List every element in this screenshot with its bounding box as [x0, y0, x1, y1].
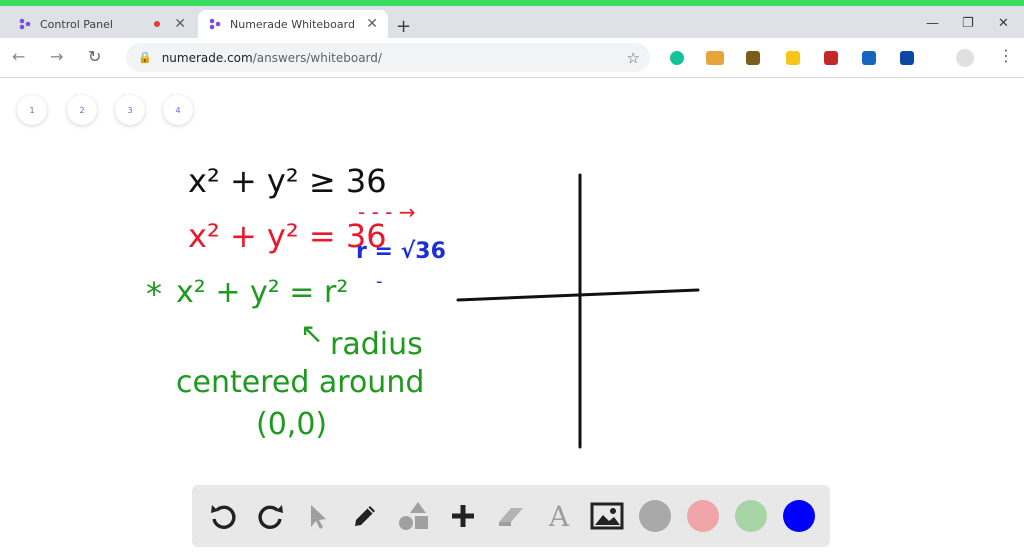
minimize-icon[interactable]: —: [926, 16, 939, 31]
coordinate-axes: [456, 173, 700, 449]
tab-numerade-whiteboard[interactable]: Numerade Whiteboard ✕: [198, 10, 388, 38]
pointer-icon[interactable]: [300, 499, 334, 533]
image-icon[interactable]: [590, 499, 624, 533]
tab-strip: Control Panel ✕ Numerade Whiteboard ✕ + …: [0, 6, 1024, 38]
whiteboard-page[interactable]: 1 2 3 4 x² + y² ≥ 36 x² + y² = 36 - - - …: [0, 79, 1024, 556]
redo-icon[interactable]: [254, 499, 288, 533]
radius-sqrt-text: r = √36: [356, 239, 446, 264]
origin-text: (0,0): [256, 407, 328, 442]
address-bar[interactable]: 🔒 numerade.com /answers/whiteboard/ ☆: [126, 43, 650, 72]
page-button-3[interactable]: 3: [115, 95, 145, 125]
page-button-4[interactable]: 4: [163, 95, 193, 125]
text-icon[interactable]: A: [542, 499, 576, 533]
x-axis-line: [456, 288, 700, 302]
url-host: numerade.com: [161, 50, 253, 65]
color-swatch-blue[interactable]: [783, 500, 815, 532]
numerade-favicon-icon: [208, 17, 222, 31]
extension-icon[interactable]: [786, 51, 800, 65]
back-arrow-icon[interactable]: ←: [12, 47, 25, 66]
whiteboard-toolbox: A: [192, 485, 830, 547]
centered-around-text: centered around: [176, 365, 425, 400]
color-swatch-gray[interactable]: [639, 500, 671, 532]
color-swatch-pink[interactable]: [687, 500, 719, 532]
boundary-arrow-text: - - - →: [358, 200, 416, 224]
new-tab-plus-icon[interactable]: +: [396, 16, 411, 37]
url-path: /answers/whiteboard/: [252, 50, 382, 65]
plus-icon[interactable]: [446, 499, 480, 533]
radius-dash-text: -: [376, 271, 383, 292]
tab-control-panel[interactable]: Control Panel ✕: [8, 10, 196, 38]
page-button-1[interactable]: 1: [17, 95, 47, 125]
numerade-favicon-icon: [18, 17, 32, 31]
forward-arrow-icon[interactable]: →: [50, 47, 63, 66]
page-button-2[interactable]: 2: [67, 95, 97, 125]
lock-icon: 🔒: [138, 51, 152, 64]
close-icon[interactable]: ✕: [366, 16, 378, 32]
circle-equation-text: x² + y² = r²: [176, 275, 349, 310]
shapes-icon[interactable]: [396, 499, 430, 533]
grammarly-extension-icon[interactable]: [670, 51, 684, 65]
star-mark-text: *: [146, 275, 162, 313]
eraser-icon[interactable]: [494, 499, 528, 533]
window-close-icon[interactable]: ✕: [998, 16, 1009, 31]
menu-kebab-icon[interactable]: ⋮: [998, 46, 1014, 65]
reload-icon[interactable]: ↻: [88, 47, 101, 66]
extension-icon[interactable]: [824, 51, 838, 65]
inequality-text: x² + y² ≥ 36: [188, 162, 387, 200]
extension-icon[interactable]: [900, 51, 914, 65]
extension-icon[interactable]: [862, 51, 876, 65]
radius-label-text: radius: [330, 327, 423, 362]
close-icon[interactable]: ✕: [174, 16, 186, 32]
pencil-icon[interactable]: [348, 499, 382, 533]
tab-title: Control Panel: [40, 17, 113, 31]
extension-icon[interactable]: [746, 51, 760, 65]
undo-icon[interactable]: [206, 499, 240, 533]
recording-dot-icon: [154, 21, 161, 27]
browser-toolbar: ← → ↻ 🔒 numerade.com /answers/whiteboard…: [0, 38, 1024, 78]
bookmark-star-icon[interactable]: ☆: [627, 49, 640, 67]
restore-icon[interactable]: ❐: [962, 16, 974, 31]
arrow-up-text: ↖: [300, 317, 324, 350]
extension-icon[interactable]: [706, 51, 724, 65]
profile-avatar[interactable]: [956, 49, 974, 67]
color-swatch-green[interactable]: [735, 500, 767, 532]
tab-title: Numerade Whiteboard: [230, 17, 355, 31]
